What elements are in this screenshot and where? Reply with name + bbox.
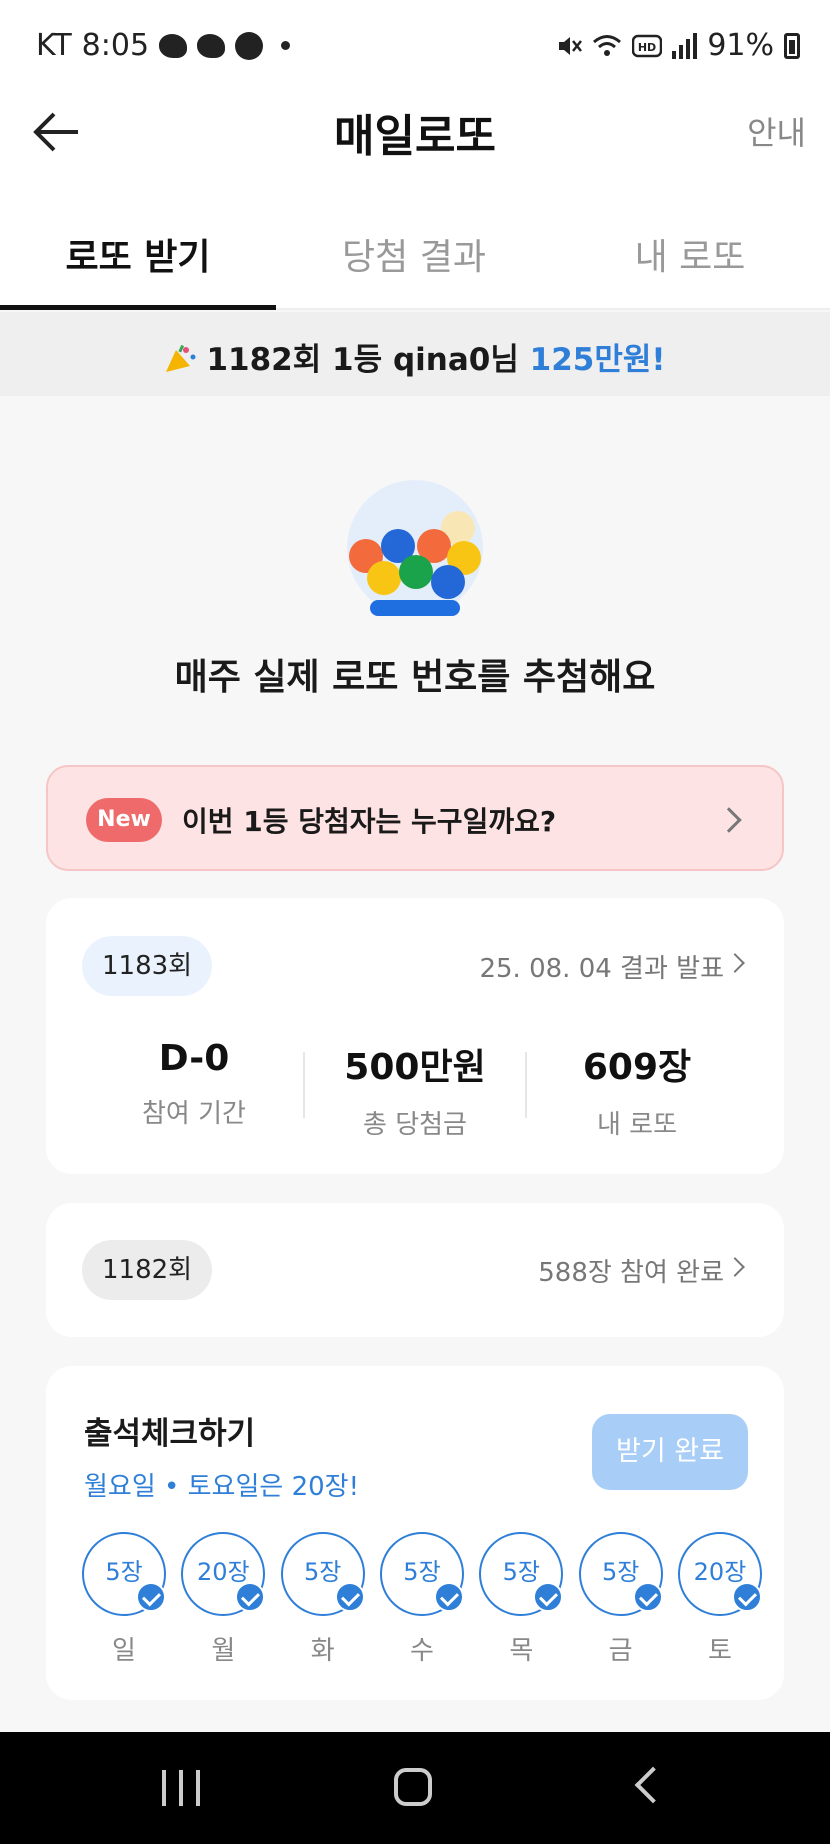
ticker-amount: 125만원! xyxy=(529,342,666,378)
tab-results[interactable]: 당첨 결과 xyxy=(276,210,552,308)
mute-icon xyxy=(559,36,583,55)
day-label: 토 xyxy=(708,1636,732,1666)
day-reward: 5장 xyxy=(280,1532,365,1616)
clock: 8:05 xyxy=(81,28,150,63)
status-bar: KT 8:05 HD 91% xyxy=(0,0,830,94)
hero-headline: 매주 실제 로또 번호를 추첨해요 xyxy=(174,657,656,698)
check-icon xyxy=(533,1582,564,1612)
recents-icon[interactable] xyxy=(162,1770,200,1806)
day-sunday: 5장 일 xyxy=(82,1532,166,1667)
check-icon xyxy=(136,1582,166,1612)
day-saturday: 20장 토 xyxy=(677,1532,762,1667)
current-round-card: 1183회 25. 08. 04 결과 발표 D-0 참여 기간 500만원 총… xyxy=(46,898,784,1174)
signal-icon xyxy=(672,32,698,59)
battery-icon xyxy=(784,32,800,59)
winner-question-banner[interactable]: New 이번 1등 당첨자는 누구일까요? xyxy=(46,765,784,871)
svg-text:HD: HD xyxy=(638,41,656,54)
participation-link[interactable]: 588장 참여 완료 xyxy=(538,1252,724,1289)
ticker-text: 1182회 1등 qina0님 xyxy=(206,342,530,378)
settings-notification-icon xyxy=(235,31,264,60)
stat-value: D-0 xyxy=(158,1038,230,1079)
day-label: 금 xyxy=(608,1636,633,1666)
day-amount: 5장 xyxy=(502,1558,540,1586)
status-right: HD 91% xyxy=(556,28,800,63)
check-icon xyxy=(632,1582,663,1612)
check-icon xyxy=(235,1582,266,1612)
stat-period: D-0 참여 기간 xyxy=(84,1038,304,1130)
day-amount: 5장 xyxy=(303,1558,342,1586)
day-friday: 5장 금 xyxy=(578,1532,663,1667)
new-badge: New xyxy=(86,798,162,842)
check-icon xyxy=(731,1582,762,1612)
info-button[interactable]: 안내 xyxy=(747,108,806,154)
day-label: 일 xyxy=(112,1636,136,1666)
home-icon[interactable] xyxy=(394,1768,432,1806)
day-amount: 5장 xyxy=(403,1558,441,1586)
battery-percent: 91% xyxy=(707,28,774,63)
attendance-card: 출석체크하기 월요일 • 토요일은 20장! 받기 완료 5장 일 20장 월 … xyxy=(46,1366,784,1700)
previous-round-card[interactable]: 1182회 588장 참여 완료 xyxy=(46,1203,784,1337)
day-reward: 5장 xyxy=(578,1532,663,1616)
wifi-icon xyxy=(593,34,622,56)
attendance-subtitle: 월요일 • 토요일은 20장! xyxy=(84,1472,359,1502)
stat-my-lotto: 609장 내 로또 xyxy=(527,1038,747,1141)
system-back-icon[interactable] xyxy=(634,1766,672,1804)
chevron-right-icon[interactable] xyxy=(725,953,745,973)
day-reward: 20장 xyxy=(677,1532,762,1616)
party-popper-icon xyxy=(166,344,196,372)
day-reward: 5장 xyxy=(379,1532,464,1616)
check-icon xyxy=(433,1582,464,1612)
tab-my-lotto[interactable]: 내 로또 xyxy=(552,210,828,308)
day-amount: 20장 xyxy=(197,1558,250,1586)
check-icon xyxy=(334,1582,365,1612)
day-monday: 20장 월 xyxy=(181,1532,266,1667)
page-title: 매일로또 xyxy=(334,111,496,162)
banner-text: 이번 1등 당첨자는 누구일까요? xyxy=(182,805,557,838)
day-label: 수 xyxy=(410,1636,434,1666)
hd-voice-icon: HD xyxy=(632,34,663,57)
notification-icon xyxy=(197,33,226,58)
tab-bar: 로또 받기 당첨 결과 내 로또 xyxy=(0,210,830,310)
attendance-days: 5장 일 20장 월 5장 화 5장 수 5장 목 5장 금 20장 토 xyxy=(82,1532,762,1667)
winner-ticker: 1182회 1등 qina0님 125만원! xyxy=(0,312,830,396)
day-tuesday: 5장 화 xyxy=(280,1532,365,1667)
day-amount: 5장 xyxy=(105,1558,143,1586)
day-reward: 20장 xyxy=(181,1532,266,1616)
round-badge: 1182회 xyxy=(82,1240,213,1300)
stat-label: 참여 기간 xyxy=(142,1099,246,1129)
result-date-link[interactable]: 25. 08. 04 결과 발표 xyxy=(479,948,724,985)
stat-value: 500만원 xyxy=(344,1047,486,1088)
chevron-right-icon xyxy=(725,1257,745,1277)
more-notifications-icon xyxy=(281,41,291,50)
day-label: 월 xyxy=(211,1636,236,1666)
day-amount: 5장 xyxy=(601,1558,640,1586)
tab-get-lotto[interactable]: 로또 받기 xyxy=(0,210,276,310)
stat-label: 내 로또 xyxy=(596,1110,678,1140)
stat-label: 총 당첨금 xyxy=(363,1110,467,1140)
claim-complete-button[interactable]: 받기 완료 xyxy=(592,1414,748,1490)
status-left: KT 8:05 xyxy=(36,28,291,63)
round-badge: 1183회 xyxy=(82,936,213,996)
day-amount: 20장 xyxy=(693,1558,747,1586)
lotto-machine-illustration xyxy=(347,480,483,616)
stat-value: 609장 xyxy=(582,1047,692,1088)
system-nav-bar xyxy=(0,1732,830,1844)
day-label: 화 xyxy=(310,1636,335,1666)
stat-prize: 500만원 총 당첨금 xyxy=(305,1038,525,1141)
day-label: 목 xyxy=(509,1636,534,1666)
carrier-label: KT xyxy=(36,28,72,63)
attendance-title: 출석체크하기 xyxy=(84,1416,256,1452)
day-wednesday: 5장 수 xyxy=(379,1532,464,1667)
notification-icon xyxy=(159,33,188,58)
day-reward: 5장 xyxy=(479,1532,564,1616)
day-reward: 5장 xyxy=(82,1532,166,1616)
chevron-right-icon xyxy=(716,807,742,833)
day-thursday: 5장 목 xyxy=(479,1532,564,1667)
